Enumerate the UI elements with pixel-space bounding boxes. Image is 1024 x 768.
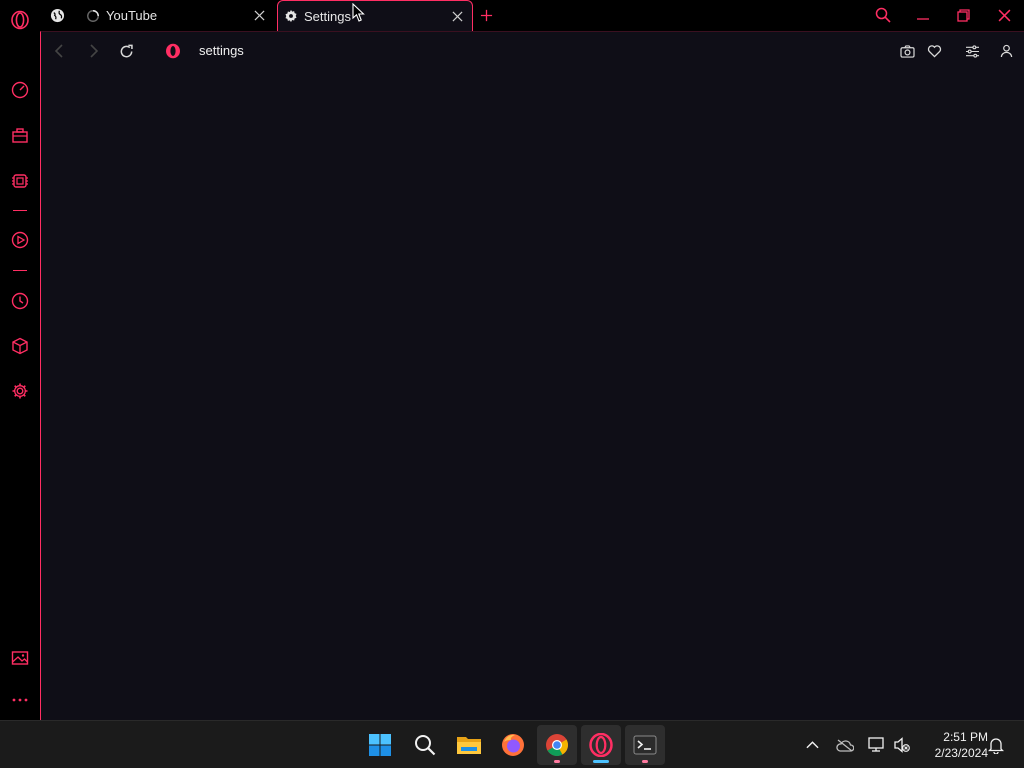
tab-youtube[interactable]: YouTube (84, 0, 274, 31)
windows-start-icon[interactable] (360, 725, 400, 765)
tab-settings[interactable]: Settings (277, 0, 473, 31)
opera-menu-icon[interactable] (6, 6, 34, 34)
running-indicator (642, 760, 648, 763)
active-indicator (593, 760, 609, 763)
tab-strip: YouTube Settings (40, 0, 1024, 31)
page-content (40, 69, 1024, 720)
clock-date: 2/23/2024 (934, 746, 988, 760)
terminal-icon[interactable] (625, 725, 665, 765)
address-toolbar: settings (40, 31, 1024, 69)
cube-icon[interactable] (6, 332, 34, 360)
network-icon[interactable] (866, 735, 886, 755)
address-field[interactable]: settings (199, 43, 244, 58)
volume-muted-icon[interactable] (892, 735, 912, 755)
minimize-icon[interactable] (912, 4, 934, 26)
back-icon[interactable] (49, 40, 71, 62)
play-circle-icon[interactable] (6, 226, 34, 254)
sidebar-divider (13, 210, 27, 211)
heart-icon[interactable] (923, 40, 945, 62)
image-icon[interactable] (6, 644, 34, 672)
system-clock[interactable]: 2:51 PM 2/23/2024 (918, 729, 988, 761)
running-indicator (554, 760, 560, 763)
search-icon[interactable] (872, 4, 894, 26)
clock-time: 2:51 PM (943, 730, 988, 744)
sidebar-divider (13, 270, 27, 271)
gear-icon (284, 9, 298, 23)
chrome-icon[interactable] (537, 725, 577, 765)
more-icon[interactable] (6, 686, 34, 714)
speedometer-icon[interactable] (6, 76, 34, 104)
mouse-cursor-icon (352, 3, 365, 22)
tab-title: Settings (304, 8, 351, 24)
folder-icon[interactable] (449, 725, 489, 765)
briefcase-icon[interactable] (6, 121, 34, 149)
close-icon[interactable] (993, 4, 1015, 26)
taskbar: 2:51 PM 2/23/2024 (0, 720, 1024, 768)
onedrive-icon[interactable] (835, 735, 855, 755)
browser-window: YouTube Settings settings (0, 0, 1024, 720)
tab-close-icon[interactable] (252, 8, 266, 22)
forward-icon[interactable] (82, 40, 104, 62)
chevron-up-icon[interactable] (802, 735, 822, 755)
search-icon[interactable] (405, 725, 445, 765)
reload-icon[interactable] (115, 40, 137, 62)
firefox-icon[interactable] (493, 725, 533, 765)
camera-icon[interactable] (896, 40, 918, 62)
workspace-globe-icon[interactable] (50, 0, 76, 31)
notification-bell-icon[interactable] (986, 735, 1006, 755)
loading-spinner-icon (86, 9, 100, 23)
tab-title: YouTube (106, 8, 158, 23)
sidebar (0, 0, 40, 720)
easy-setup-icon[interactable] (961, 40, 983, 62)
opera-o-icon (162, 40, 184, 62)
clock-icon[interactable] (6, 287, 34, 315)
new-tab-button[interactable] (480, 0, 500, 31)
tab-close-icon[interactable] (450, 9, 464, 23)
gear-icon[interactable] (6, 377, 34, 405)
chip-icon[interactable] (6, 167, 34, 195)
restore-icon[interactable] (952, 4, 974, 26)
profile-icon[interactable] (995, 40, 1017, 62)
opera-icon[interactable] (581, 725, 621, 765)
